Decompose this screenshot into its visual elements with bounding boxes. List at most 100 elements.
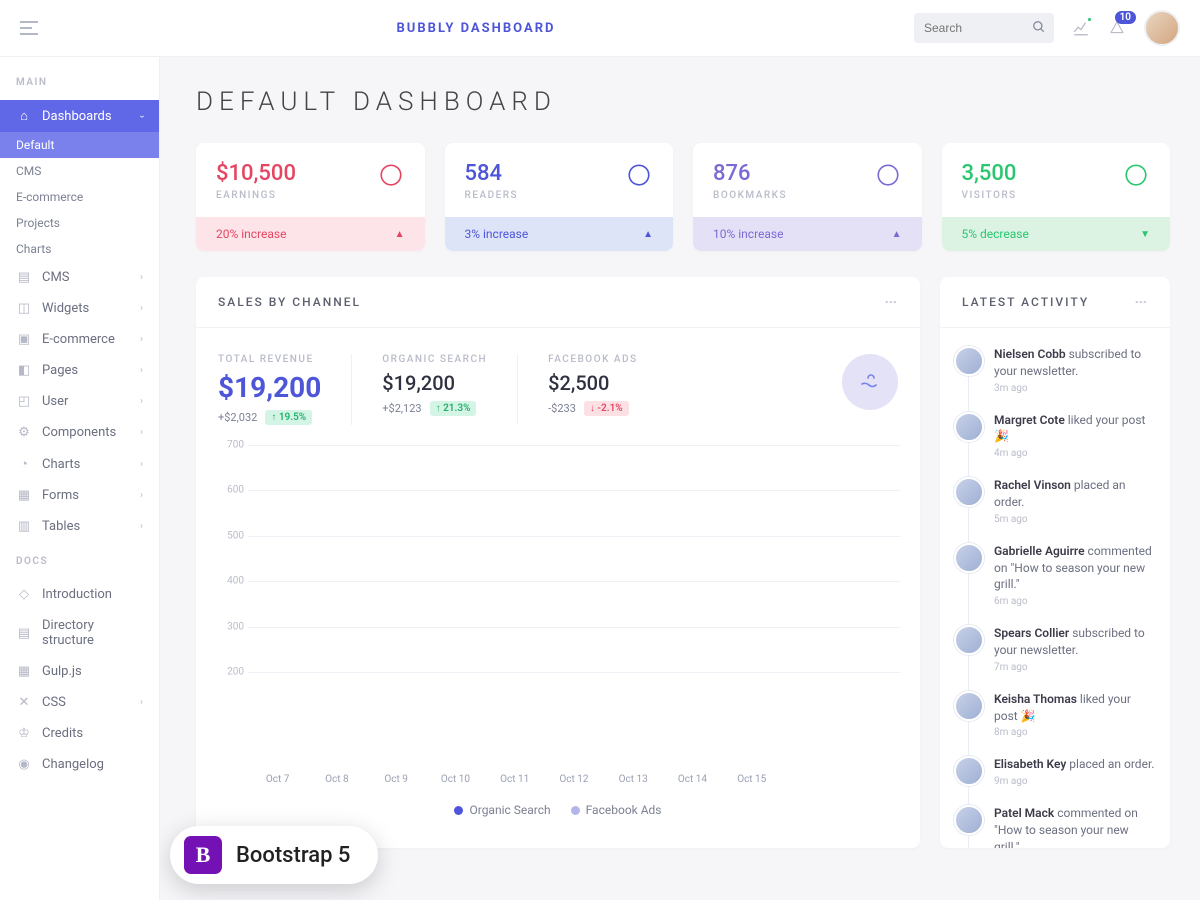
sidebar-item-label: E-commerce bbox=[42, 332, 115, 347]
sidebar-item-forms[interactable]: ▦Forms› bbox=[0, 480, 159, 511]
x-tick-label: Oct 10 bbox=[441, 774, 470, 785]
sidebar-item-label: User bbox=[42, 394, 68, 409]
sidebar-docs-css[interactable]: ✕CSS› bbox=[0, 687, 159, 718]
sidebar-item-label: Widgets bbox=[42, 301, 89, 316]
sidebar-docs-gulp-js[interactable]: ▦Gulp.js bbox=[0, 656, 159, 687]
activity-text: Elisabeth Key placed an order. bbox=[994, 756, 1154, 773]
y-tick-label: 700 bbox=[218, 440, 244, 451]
activity-item[interactable]: Keisha Thomas liked your post 🎉8m ago bbox=[954, 691, 1156, 741]
stat-card-icon bbox=[1122, 161, 1150, 189]
activity-item[interactable]: Spears Collier subscribed to your newsle… bbox=[954, 625, 1156, 675]
sidebar-item-components[interactable]: ⚙Components› bbox=[0, 417, 159, 448]
sidebar-item-e-commerce[interactable]: ▣E-commerce› bbox=[0, 324, 159, 355]
chevron-icon: › bbox=[136, 114, 147, 117]
chevron-icon: › bbox=[140, 697, 143, 708]
status-dot bbox=[1086, 16, 1093, 23]
activity-item[interactable]: Patel Mack commented on "How to season y… bbox=[954, 805, 1156, 848]
stat-card-readers[interactable]: 584READERS3% increase▲ bbox=[445, 143, 674, 251]
x-tick-label: Oct 7 bbox=[266, 774, 290, 785]
sidebar-icon: ▦ bbox=[16, 664, 32, 679]
activity-time: 9m ago bbox=[994, 775, 1154, 789]
activity-time: 4m ago bbox=[994, 447, 1156, 461]
x-tick-label: Oct 14 bbox=[678, 774, 707, 785]
sales-panel-title: SALES BY CHANNEL bbox=[218, 295, 361, 309]
activity-time: 7m ago bbox=[994, 661, 1156, 675]
activity-item[interactable]: Margret Cote liked your post 🎉4m ago bbox=[954, 412, 1156, 462]
stats-icon[interactable] bbox=[1072, 19, 1090, 37]
sidebar-item-label: Pages bbox=[42, 363, 78, 378]
stat-label: VISITORS bbox=[962, 190, 1017, 201]
stat-delta: 10% increase▲ bbox=[693, 217, 922, 251]
sidebar-item-widgets[interactable]: ◫Widgets› bbox=[0, 293, 159, 324]
sidebar-icon: ▣ bbox=[16, 332, 32, 347]
sidebar-item-pages[interactable]: ◧Pages› bbox=[0, 355, 159, 386]
top-icons: 10 bbox=[1072, 10, 1180, 46]
metric-total-revenue: TOTAL REVENUE$19,200+$2,032↑ 19.5% bbox=[218, 354, 321, 425]
sidebar-subitem-projects[interactable]: Projects bbox=[0, 210, 159, 236]
user-avatar[interactable] bbox=[1144, 10, 1180, 46]
stat-card-bookmarks[interactable]: 876BOOKMARKS10% increase▲ bbox=[693, 143, 922, 251]
panel-menu-icon[interactable]: ⋮ bbox=[884, 296, 898, 309]
chevron-icon: › bbox=[140, 272, 143, 283]
sidebar-icon: ✕ bbox=[16, 695, 32, 710]
chevron-icon: › bbox=[140, 521, 143, 532]
stat-delta: 3% increase▲ bbox=[445, 217, 674, 251]
sidebar-item-dashboards[interactable]: ⌂Dashboards› bbox=[0, 100, 159, 132]
sidebar-icon: ⌂ bbox=[16, 108, 32, 124]
y-tick-label: 200 bbox=[218, 667, 244, 678]
sidebar-item-charts[interactable]: ◔Charts› bbox=[0, 448, 159, 480]
sidebar-icon: ◧ bbox=[16, 363, 32, 378]
sidebar-icon: ◔ bbox=[16, 456, 32, 472]
activity-item[interactable]: Elisabeth Key placed an order. 9m ago bbox=[954, 756, 1156, 789]
sidebar-icon: ▤ bbox=[16, 270, 32, 285]
activity-avatar bbox=[954, 412, 984, 442]
activity-item[interactable]: Rachel Vinson placed an order.5m ago bbox=[954, 477, 1156, 527]
sidebar-icon: ◉ bbox=[16, 757, 32, 772]
stat-label: BOOKMARKS bbox=[713, 190, 787, 201]
sidebar-subitem-default[interactable]: Default bbox=[0, 132, 159, 158]
sidebar-item-tables[interactable]: ▥Tables› bbox=[0, 511, 159, 542]
sidebar-docs-directory-structure[interactable]: ▤Directory structure bbox=[0, 610, 159, 656]
activity-panel: LATEST ACTIVITY ⋮ Nielsen Cobb subscribe… bbox=[940, 277, 1170, 848]
x-tick-label: Oct 13 bbox=[619, 774, 648, 785]
sidebar-item-cms[interactable]: ▤ CMS › bbox=[0, 262, 159, 293]
activity-time: 8m ago bbox=[994, 726, 1156, 740]
sidebar-icon: ▤ bbox=[16, 626, 32, 641]
bootstrap-icon: B bbox=[184, 836, 222, 874]
chevron-icon: › bbox=[140, 490, 143, 501]
search-icon[interactable] bbox=[1032, 20, 1046, 34]
caret-icon: ▲ bbox=[395, 229, 405, 240]
sidebar-docs-credits[interactable]: ♔Credits bbox=[0, 718, 159, 749]
sidebar-subitem-e-commerce[interactable]: E-commerce bbox=[0, 184, 159, 210]
stat-value: 3,500 bbox=[962, 161, 1017, 186]
sidebar-heading-main: MAIN bbox=[0, 77, 159, 100]
activity-item[interactable]: Gabrielle Aguirre commented on "How to s… bbox=[954, 543, 1156, 609]
metric-pct-badge: ↑ 21.3% bbox=[430, 401, 477, 416]
panel-menu-icon[interactable]: ⋮ bbox=[1134, 296, 1148, 309]
metric-diff: -$233 bbox=[548, 402, 576, 415]
sidebar-icon: ▥ bbox=[16, 519, 32, 534]
search-box bbox=[914, 13, 1054, 43]
main-content: DEFAULT DASHBOARD $10,500EARNINGS20% inc… bbox=[160, 57, 1200, 900]
metric-value: $2,500 bbox=[548, 371, 638, 395]
sidebar-item-label: Credits bbox=[42, 726, 83, 741]
activity-item[interactable]: Nielsen Cobb subscribed to your newslett… bbox=[954, 346, 1156, 396]
sidebar-docs-introduction[interactable]: ◇Introduction bbox=[0, 579, 159, 610]
activity-text: Margret Cote liked your post 🎉 bbox=[994, 412, 1156, 446]
sidebar-subitem-cms[interactable]: CMS bbox=[0, 158, 159, 184]
activity-text: Keisha Thomas liked your post 🎉 bbox=[994, 691, 1156, 725]
sidebar-heading-docs: DOCS bbox=[0, 556, 159, 579]
menu-toggle-icon[interactable] bbox=[20, 21, 38, 35]
notification-icon[interactable]: 10 bbox=[1108, 19, 1126, 37]
activity-avatar bbox=[954, 805, 984, 835]
stat-card-earnings[interactable]: $10,500EARNINGS20% increase▲ bbox=[196, 143, 425, 251]
metric-value: $19,200 bbox=[218, 371, 321, 404]
sidebar-icon: ⚙ bbox=[16, 425, 32, 440]
sidebar-item-label: CMS bbox=[42, 270, 70, 285]
sidebar-docs-changelog[interactable]: ◉Changelog bbox=[0, 749, 159, 780]
sidebar-item-label: Components bbox=[42, 425, 116, 440]
sidebar-subitem-charts[interactable]: Charts bbox=[0, 236, 159, 262]
sidebar-item-user[interactable]: ◰User› bbox=[0, 386, 159, 417]
hand-icon bbox=[842, 354, 898, 410]
stat-card-visitors[interactable]: 3,500VISITORS5% decrease▼ bbox=[942, 143, 1171, 251]
